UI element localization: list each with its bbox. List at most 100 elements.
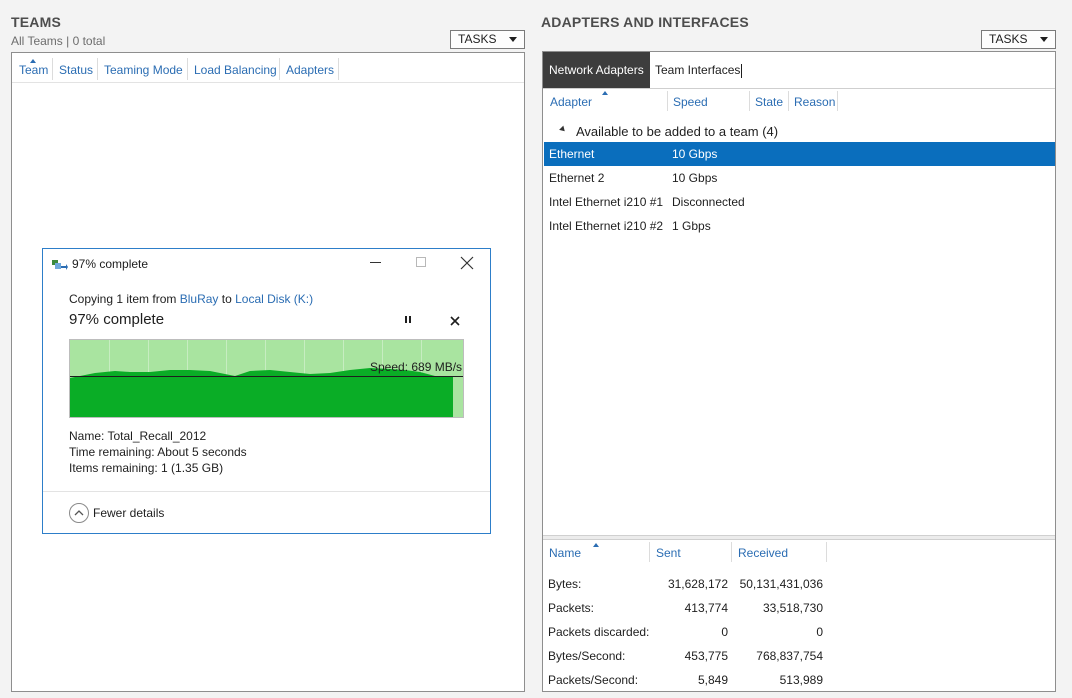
- adapter-tabs: Network Adapters Team Interfaces: [543, 52, 1055, 89]
- column-divider: [837, 91, 838, 111]
- name-value: Total_Recall_2012: [107, 429, 207, 443]
- group-label: Available to be added to a team (4): [576, 124, 779, 139]
- adapter-speed: 10 Gbps: [672, 147, 718, 161]
- column-team[interactable]: Team: [19, 63, 48, 77]
- group-header[interactable]: Available to be added to a team (4): [543, 121, 1055, 141]
- time-detail: Time remaining: About 5 seconds: [69, 445, 247, 459]
- speed-label: Speed: 689 MB/s: [370, 360, 463, 374]
- stat-received: 50,131,431,036: [739, 577, 823, 591]
- teams-subtitle: All Teams | 0 total: [11, 34, 106, 48]
- transfer-speed-graph: Speed: 689 MB/s: [69, 339, 464, 418]
- column-divider: [667, 91, 668, 111]
- column-divider: [826, 542, 827, 562]
- adapter-name: Ethernet 2: [549, 171, 605, 185]
- speed-line: [70, 376, 463, 377]
- source-link[interactable]: BluRay: [180, 292, 219, 306]
- maximize-icon: [416, 257, 426, 267]
- stat-name: Packets:: [548, 601, 595, 615]
- to-word: to: [221, 292, 232, 306]
- column-adapter[interactable]: Adapter: [550, 95, 592, 109]
- stat-name: Packets/Second:: [548, 673, 639, 687]
- speed-area: [70, 368, 453, 417]
- tasks-label: TASKS: [458, 32, 497, 46]
- adapter-row[interactable]: Intel Ethernet i210 #2 1 Gbps: [544, 214, 1055, 238]
- progress-fill: [70, 340, 453, 417]
- column-divider: [97, 58, 98, 80]
- chevron-up-icon[interactable]: [69, 503, 89, 523]
- chevron-down-icon: [1040, 37, 1048, 42]
- time-label: Time remaining:: [69, 445, 155, 459]
- stats-row: Packets/Second: 5,849 513,989: [543, 668, 1055, 692]
- sort-ascending-icon: [602, 91, 608, 95]
- column-load-balancing[interactable]: Load Balancing: [194, 63, 277, 77]
- close-icon[interactable]: [460, 256, 474, 270]
- tasks-label: TASKS: [989, 32, 1028, 46]
- stats-row: Bytes: 31,628,172 50,131,431,036: [543, 572, 1055, 596]
- stat-received: 33,518,730: [762, 601, 823, 615]
- adapter-speed: 1 Gbps: [672, 219, 711, 233]
- adapters-title: ADAPTERS AND INTERFACES: [541, 14, 749, 30]
- column-divider: [731, 542, 732, 562]
- column-state[interactable]: State: [755, 95, 783, 109]
- stat-name: Packets discarded:: [548, 625, 650, 639]
- stats-row: Packets discarded: 0 0: [543, 620, 1055, 644]
- minimize-icon[interactable]: [370, 262, 381, 263]
- stats-header: Name Sent Received: [543, 541, 1055, 567]
- tab-team-interfaces[interactable]: Team Interfaces: [649, 52, 746, 88]
- column-teaming-mode[interactable]: Teaming Mode: [104, 63, 183, 77]
- items-value: 1 (1.35 GB): [161, 461, 224, 475]
- stat-sent: 5,849: [697, 673, 728, 687]
- adapter-row[interactable]: Intel Ethernet i210 #1 Disconnected: [544, 190, 1055, 214]
- fewer-details-link[interactable]: Fewer details: [93, 506, 164, 520]
- name-detail: Name: Total_Recall_2012: [69, 429, 206, 443]
- time-value: About 5 seconds: [157, 445, 247, 459]
- progress-heading: 97% complete: [69, 311, 165, 328]
- tab-network-adapters[interactable]: Network Adapters: [543, 52, 650, 88]
- stat-sent: 31,628,172: [667, 577, 728, 591]
- adapter-name: Ethernet: [549, 147, 595, 161]
- adapter-row[interactable]: Ethernet 2 10 Gbps: [544, 166, 1055, 190]
- stat-sent: 453,775: [684, 649, 728, 663]
- adapter-speed: Disconnected: [672, 195, 745, 209]
- items-label: Items remaining:: [69, 461, 158, 475]
- adapter-row[interactable]: Ethernet 10 Gbps: [544, 142, 1055, 166]
- collapse-triangle-icon[interactable]: [559, 125, 567, 134]
- column-reason[interactable]: Reason: [794, 95, 835, 109]
- destination-link[interactable]: Local Disk (K:): [235, 292, 313, 306]
- chevron-down-icon: [509, 37, 517, 42]
- teams-title: TEAMS: [11, 14, 61, 30]
- stat-sent: 413,774: [684, 601, 728, 615]
- copy-description: Copying 1 item from BluRay to Local Disk…: [69, 292, 313, 306]
- column-divider: [788, 91, 789, 111]
- column-received[interactable]: Received: [738, 546, 788, 560]
- pane-splitter[interactable]: [543, 535, 1055, 540]
- teams-header: Team Status Teaming Mode Load Balancing …: [12, 53, 524, 83]
- dialog-title: 97% complete: [72, 257, 149, 271]
- teams-tasks-button[interactable]: TASKS: [450, 30, 525, 49]
- divider: [43, 491, 490, 492]
- cancel-icon[interactable]: [450, 315, 460, 326]
- column-divider: [338, 58, 339, 80]
- stat-name: Bytes/Second:: [548, 649, 626, 663]
- column-divider: [187, 58, 188, 80]
- stat-name: Bytes:: [548, 577, 582, 591]
- copy-prefix: Copying 1 item from: [69, 292, 177, 306]
- adapters-panel: Network Adapters Team Interfaces Adapter…: [542, 51, 1056, 692]
- name-label: Name:: [69, 429, 105, 443]
- column-divider: [279, 58, 280, 80]
- stats-row: Packets: 413,774 33,518,730: [543, 596, 1055, 620]
- adapter-name: Intel Ethernet i210 #2: [549, 219, 664, 233]
- column-speed[interactable]: Speed: [673, 95, 708, 109]
- adapter-speed: 10 Gbps: [672, 171, 718, 185]
- column-adapters[interactable]: Adapters: [286, 63, 334, 77]
- column-sent[interactable]: Sent: [656, 546, 681, 560]
- column-name[interactable]: Name: [549, 546, 581, 560]
- adapter-list-header: Adapter Speed State Reason: [543, 89, 1055, 117]
- column-divider: [749, 91, 750, 111]
- pause-icon[interactable]: [404, 315, 412, 325]
- column-status[interactable]: Status: [59, 63, 93, 77]
- adapter-name: Intel Ethernet i210 #1: [549, 195, 664, 209]
- adapters-tasks-button[interactable]: TASKS: [981, 30, 1056, 49]
- stat-sent: 0: [721, 625, 728, 639]
- copy-progress-dialog: 97% complete Copying 1 item from BluRay …: [42, 248, 491, 534]
